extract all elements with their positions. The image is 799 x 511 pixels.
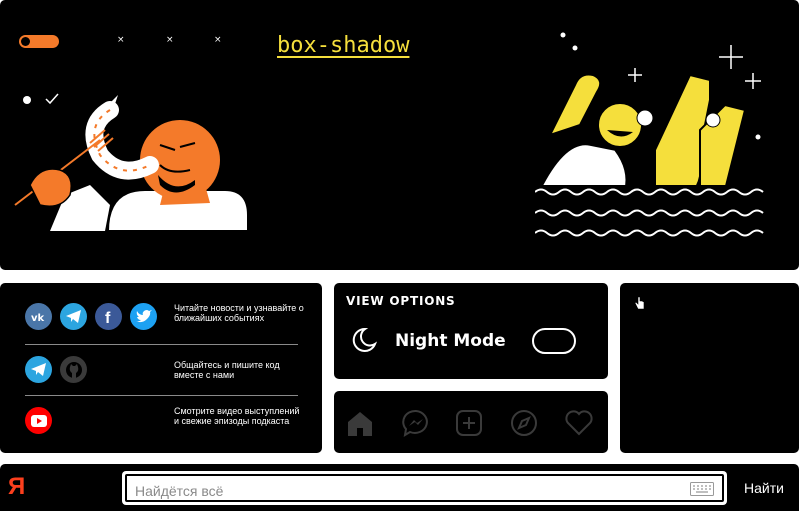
page-title-link[interactable]: box-shadow (277, 33, 409, 58)
divider (25, 344, 298, 345)
night-mode-label: Night Mode (395, 331, 506, 351)
swimmers-illustration (535, 32, 775, 240)
video-description: Смотрите видео выступлений и свежие эпиз… (174, 406, 300, 426)
man-eating-sausage-illustration (14, 93, 249, 232)
search-field-frame (125, 474, 724, 502)
divider (25, 395, 298, 396)
close-icon[interactable]: × (117, 35, 125, 45)
github-icon[interactable] (60, 356, 87, 383)
search-input[interactable] (133, 480, 677, 502)
facebook-icon[interactable]: f (95, 303, 122, 330)
messenger-icon[interactable] (402, 409, 430, 437)
close-icon[interactable]: × (166, 35, 174, 45)
theme-toggle[interactable] (19, 35, 59, 48)
twitter-icon[interactable] (130, 303, 157, 330)
hero-banner: × × × box-shadow (0, 0, 799, 270)
close-icon[interactable]: × (214, 35, 222, 45)
chat-description: Общайтесь и пишите код вместе с нами (174, 360, 280, 380)
view-options-panel: VIEW OPTIONS Night Mode (334, 283, 608, 379)
svg-text:vk: vk (31, 313, 45, 322)
vk-icon[interactable]: vk (25, 303, 52, 330)
keyboard-icon[interactable] (690, 482, 714, 496)
heart-icon[interactable] (564, 409, 594, 437)
social-links-panel: vk f Читайте новости и узнавайте о ближа… (0, 283, 322, 453)
explore-icon[interactable] (510, 409, 538, 437)
svg-text:f: f (105, 310, 111, 325)
search-button[interactable]: Найти (734, 471, 794, 505)
view-options-title: VIEW OPTIONS (346, 294, 456, 308)
search-bar: Я Найти (0, 464, 799, 511)
night-mode-switch[interactable] (532, 328, 576, 354)
yandex-logo[interactable]: Я (8, 473, 25, 501)
search-box (122, 471, 727, 505)
telegram-icon[interactable] (25, 356, 52, 383)
telegram-icon[interactable] (60, 303, 87, 330)
empty-panel (620, 283, 799, 453)
moon-icon (352, 327, 377, 352)
news-description: Читайте новости и узнавайте о ближайших … (174, 303, 304, 323)
home-icon[interactable] (346, 409, 374, 437)
add-icon[interactable] (455, 409, 483, 437)
hand-cursor-icon (635, 296, 645, 310)
toggle-knob (21, 37, 30, 46)
bottom-nav-bar (334, 391, 608, 453)
youtube-icon[interactable] (25, 407, 52, 434)
